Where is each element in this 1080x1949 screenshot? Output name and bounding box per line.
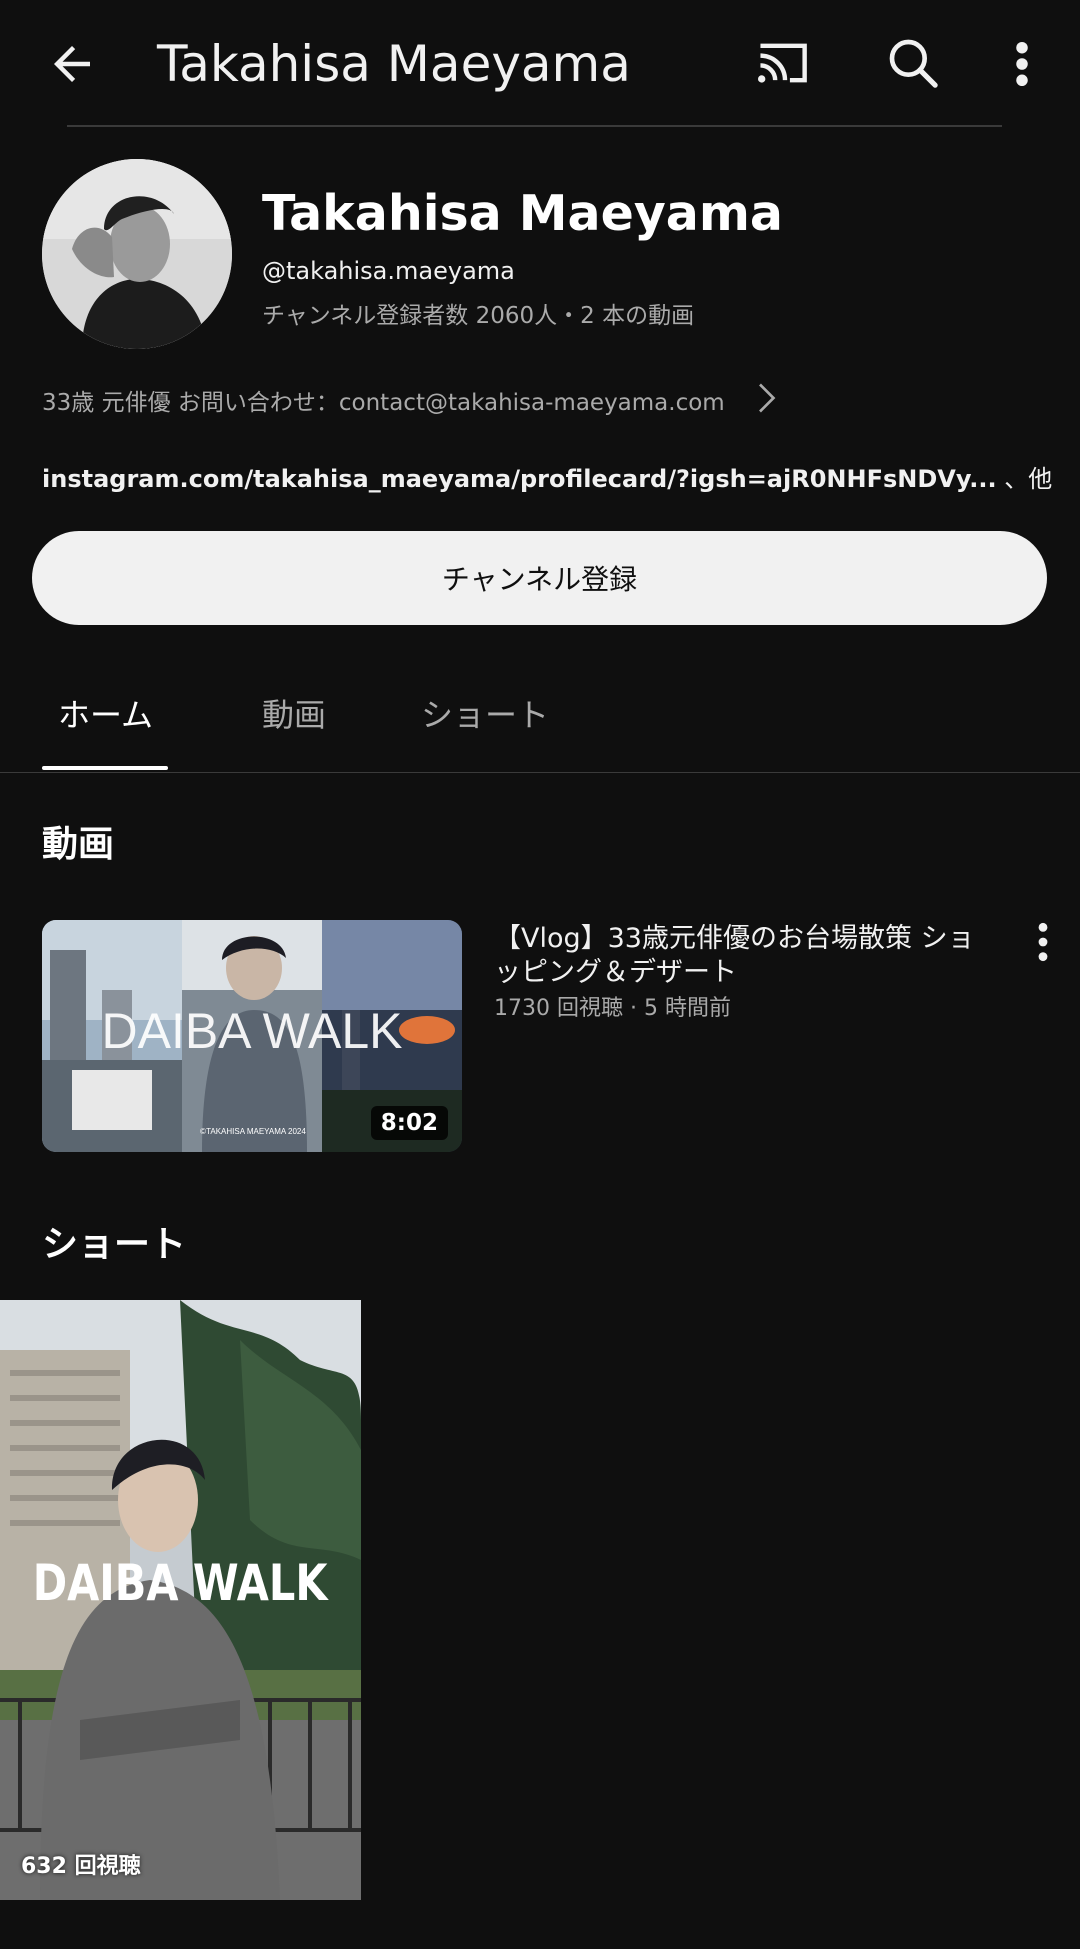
subscribe-button[interactable]: チャンネル登録	[32, 531, 1047, 625]
cast-icon[interactable]	[750, 30, 820, 96]
video-duration-badge: 8:02	[370, 1106, 448, 1140]
search-icon[interactable]	[880, 30, 946, 96]
section-title-shorts: ショート	[42, 1224, 187, 1265]
video-meta: 1730 回視聴 · 5 時間前	[494, 996, 731, 1021]
chevron-right-icon[interactable]	[748, 378, 784, 418]
short-thumbnail[interactable]: DAIBA WALK	[0, 1300, 361, 1900]
channel-avatar[interactable]	[42, 159, 232, 349]
tab-videos[interactable]: 動画	[262, 690, 326, 736]
channel-link-more[interactable]: 、他 1 件のリンク	[1004, 465, 1052, 493]
tab-home[interactable]: ホーム	[58, 690, 153, 736]
video-thumb-text: DAIBA WALK	[101, 1003, 402, 1059]
short-view-count: 632 回視聴	[21, 1854, 141, 1879]
channel-links[interactable]: instagram.com/takahisa_maeyama/profileca…	[42, 459, 1052, 494]
back-arrow-icon[interactable]	[40, 34, 104, 94]
banner-edge	[67, 125, 1002, 127]
video-thumb-credit: ©TAKAHISA MAEYAMA 2024	[200, 1127, 306, 1136]
more-vert-icon[interactable]	[1004, 34, 1040, 94]
video-thumbnail[interactable]: DAIBA WALK ©TAKAHISA MAEYAMA 2024 8:02	[42, 920, 462, 1152]
channel-stats: チャンネル登録者数 2060人・2 本の動画	[262, 303, 695, 329]
video-more-icon[interactable]	[1028, 920, 1058, 964]
channel-handle: @takahisa.maeyama	[262, 257, 515, 285]
channel-description[interactable]: 33歳 元俳優 お問い合わせ：contact@takahisa-maeyama.…	[42, 383, 725, 417]
app-bar: Takahisa Maeyama	[0, 0, 1080, 128]
short-thumb-text: DAIBA WALK	[33, 1553, 329, 1612]
section-title-videos: 動画	[42, 824, 115, 865]
tabs-divider	[0, 772, 1080, 773]
tab-shorts[interactable]: ショート	[421, 690, 549, 736]
video-title[interactable]: 【Vlog】33歳元俳優のお台場散策 ショッピング＆デザート	[494, 922, 994, 990]
channel-name: Takahisa Maeyama	[262, 185, 783, 242]
tab-active-indicator	[42, 766, 168, 770]
page-title: Takahisa Maeyama	[157, 35, 631, 93]
channel-link-url[interactable]: instagram.com/takahisa_maeyama/profileca…	[42, 465, 997, 493]
